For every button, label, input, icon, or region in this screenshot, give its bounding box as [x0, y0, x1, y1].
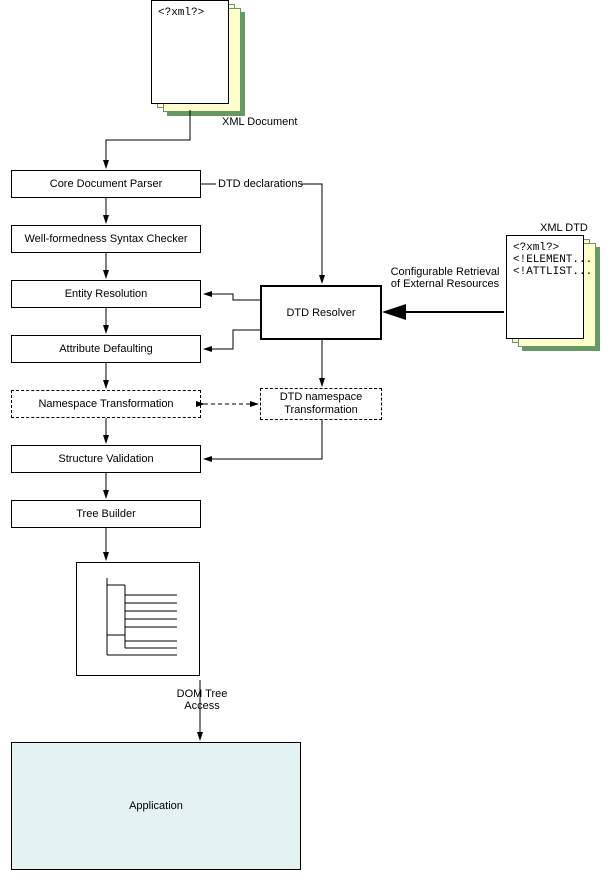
xml-dtd-caption: XML DTD [540, 222, 588, 234]
dtd-decl-label: DTD declarations [218, 178, 303, 190]
dom-tree-icon [76, 562, 200, 676]
xml-dtd-line2: <!ELEMENT... [513, 254, 577, 266]
core-parser-label: Core Document Parser [50, 178, 163, 190]
attr-default-box: Attribute Defaulting [11, 335, 201, 363]
entity-res-label: Entity Resolution [65, 288, 148, 300]
application-box: Application [11, 742, 301, 870]
dtd-ns-transform-label: DTD namespace Transformation [261, 391, 381, 417]
dtd-ns-transform-box: DTD namespace Transformation [260, 388, 382, 420]
xml-doc-card: <?xml?> [151, 0, 229, 104]
xml-dtd-line3: <!ATTLIST... [513, 266, 577, 278]
xml-dtd-line1: <?xml?> [513, 242, 577, 254]
dom-tree-label: DOM Tree Access [172, 688, 232, 712]
dtd-resolver-box: DTD Resolver [260, 285, 382, 340]
xml-doc-header: <?xml?> [158, 7, 204, 19]
xml-doc-caption: XML Document [222, 116, 297, 128]
wellformed-label: Well-formedness Syntax Checker [24, 233, 187, 245]
struct-validation-label: Structure Validation [58, 453, 153, 465]
ns-transform-box: Namespace Transformation [11, 390, 201, 418]
config-retrieval-label: Configurable Retrieval of External Resou… [390, 266, 500, 290]
attr-default-label: Attribute Defaulting [59, 343, 153, 355]
entity-res-box: Entity Resolution [11, 280, 201, 308]
application-label: Application [129, 800, 183, 812]
tree-builder-label: Tree Builder [76, 508, 136, 520]
struct-validation-box: Structure Validation [11, 445, 201, 473]
ns-transform-label: Namespace Transformation [38, 398, 173, 410]
dtd-resolver-label: DTD Resolver [286, 307, 355, 319]
xml-dtd-card: <?xml?> <!ELEMENT... <!ATTLIST... [506, 235, 584, 339]
core-parser-box: Core Document Parser [11, 170, 201, 198]
wellformed-box: Well-formedness Syntax Checker [11, 225, 201, 253]
tree-builder-box: Tree Builder [11, 500, 201, 528]
